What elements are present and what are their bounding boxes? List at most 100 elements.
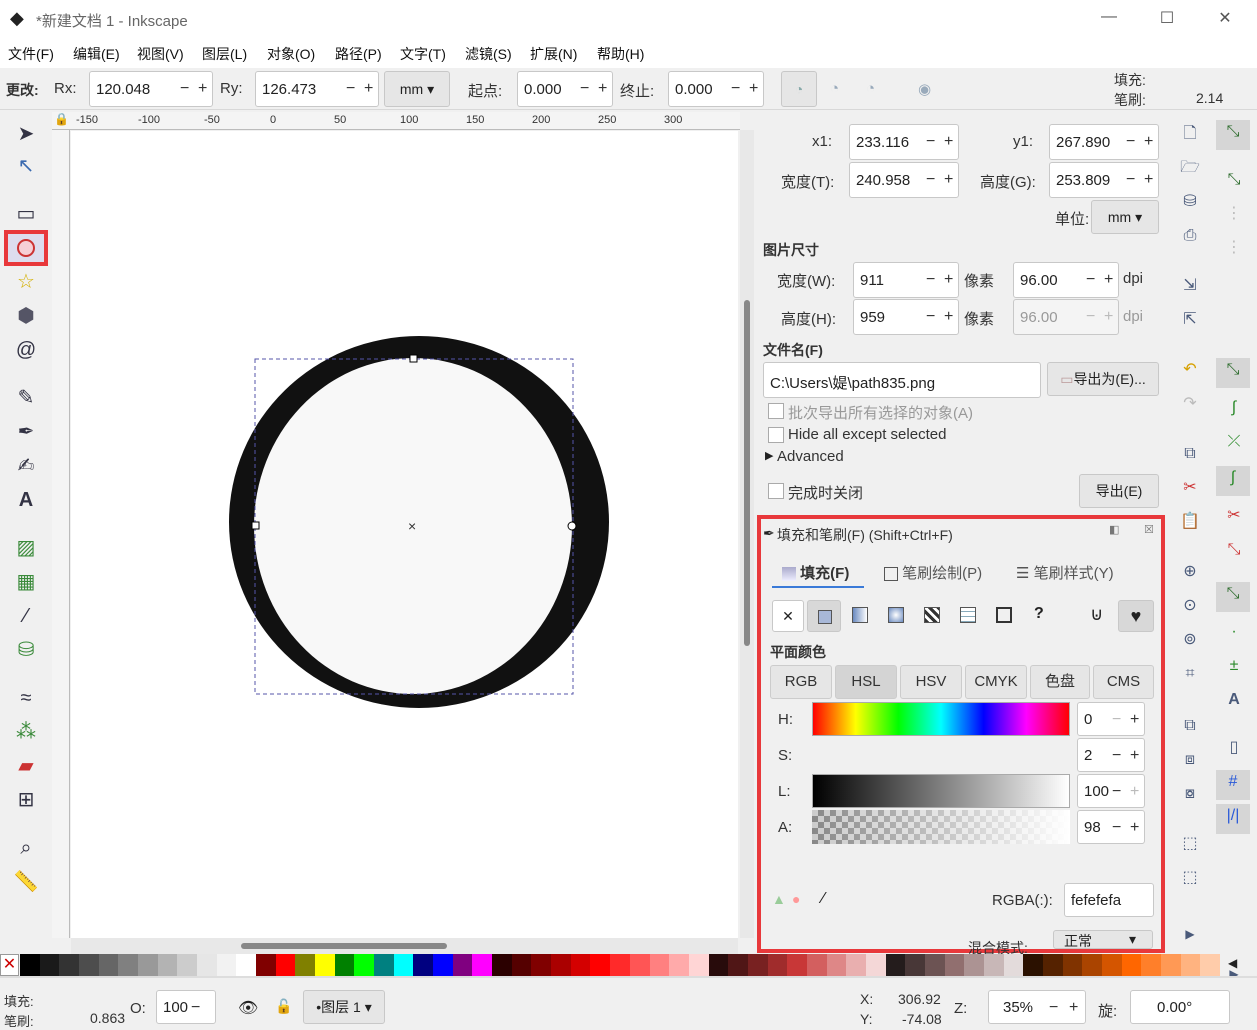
palette-swatch[interactable] bbox=[98, 954, 119, 976]
undo-icon[interactable]: ↶ bbox=[1178, 358, 1202, 382]
color-picker-icon[interactable]: ⁄ bbox=[822, 890, 825, 908]
snap-guide-icon[interactable]: |/| bbox=[1216, 804, 1250, 834]
canvas-horizontal-scrollbar[interactable] bbox=[71, 938, 738, 954]
menu-extensions[interactable]: 扩展(N) bbox=[530, 44, 577, 64]
height-input[interactable]: 253.809− + bbox=[1049, 162, 1159, 198]
snap-midpoint-icon[interactable]: ⤡ bbox=[1222, 538, 1246, 562]
palette-swatch[interactable] bbox=[374, 954, 395, 976]
paste-icon[interactable]: 📋 bbox=[1178, 510, 1202, 534]
palette-swatch[interactable] bbox=[157, 954, 178, 976]
evenodd-fill-icon[interactable]: ⊍ bbox=[1090, 604, 1103, 625]
rx-input[interactable]: 120.048 − + bbox=[89, 71, 213, 107]
close-when-done-checkbox[interactable] bbox=[768, 483, 784, 499]
lock-icon[interactable]: 🔒 bbox=[54, 112, 69, 126]
palette-swatch[interactable] bbox=[590, 954, 611, 976]
cut-icon[interactable]: ✂ bbox=[1178, 476, 1202, 500]
ry-increment-button[interactable]: + bbox=[364, 80, 373, 98]
snap-smooth-icon[interactable]: ✂ bbox=[1222, 504, 1246, 528]
palette-swatch[interactable] bbox=[1200, 954, 1221, 976]
palette-swatch[interactable] bbox=[865, 954, 887, 976]
new-document-icon[interactable]: 🗋 bbox=[1178, 122, 1202, 146]
menu-help[interactable]: 帮助(H) bbox=[597, 44, 644, 64]
start-input[interactable]: 0.000 − + bbox=[517, 71, 613, 107]
tab-fill[interactable]: 填充(F) bbox=[772, 556, 864, 588]
snap-nodes-icon[interactable]: ⤡ bbox=[1216, 358, 1250, 388]
import-icon[interactable]: ⇲ bbox=[1178, 274, 1202, 298]
rectangle-tool-icon[interactable]: ▭ bbox=[12, 200, 40, 228]
palette-swatch[interactable] bbox=[551, 954, 572, 976]
palette-swatch[interactable] bbox=[354, 954, 375, 976]
unlink-clone-icon[interactable]: ⧇ bbox=[1178, 782, 1202, 806]
dpi-input[interactable]: 96.00− + bbox=[1013, 262, 1119, 298]
x1-input[interactable]: 233.116− + bbox=[849, 124, 959, 160]
palette-swatch[interactable] bbox=[1101, 954, 1123, 976]
selector-tool-icon[interactable]: ➤ bbox=[12, 120, 40, 148]
zoom-drawing-icon[interactable]: ⊙ bbox=[1178, 594, 1202, 618]
snap-bbox-corner-icon[interactable]: ⋮ bbox=[1222, 236, 1246, 260]
palette-swatch[interactable] bbox=[1180, 954, 1201, 976]
palette-swatch[interactable] bbox=[472, 954, 493, 976]
end-increment-button[interactable]: + bbox=[749, 80, 758, 98]
mode-cmyk-button[interactable]: CMYK bbox=[965, 665, 1027, 699]
advanced-expander[interactable]: Advanced bbox=[777, 448, 844, 465]
spray-tool-icon[interactable]: ⁂ bbox=[12, 718, 40, 746]
palette-swatch[interactable] bbox=[433, 954, 454, 976]
width-px-input[interactable]: 911− + bbox=[853, 262, 959, 298]
palette-swatch[interactable] bbox=[413, 954, 434, 976]
palette-swatch[interactable] bbox=[295, 954, 316, 976]
menu-filters[interactable]: 滤镜(S) bbox=[465, 44, 512, 64]
palette-swatch[interactable] bbox=[649, 954, 670, 976]
pattern-icon[interactable] bbox=[924, 607, 940, 623]
blend-mode-dropdown[interactable]: 正常 ▾ bbox=[1053, 930, 1153, 949]
dropper-tool-icon[interactable]: ⁄ bbox=[12, 602, 40, 630]
palette-swatch[interactable] bbox=[846, 954, 867, 976]
palette-swatch[interactable] bbox=[806, 954, 828, 976]
menu-view[interactable]: 视图(V) bbox=[137, 44, 184, 64]
palette-swatch[interactable] bbox=[20, 954, 41, 976]
canvas-vertical-scrollbar[interactable] bbox=[740, 130, 754, 938]
end-decrement-button[interactable]: − bbox=[731, 80, 740, 98]
snap-intersection-icon[interactable]: ⤫ bbox=[1222, 430, 1246, 454]
palette-swatch[interactable] bbox=[728, 954, 749, 976]
palette-swatch[interactable] bbox=[610, 954, 631, 976]
export-unit-dropdown[interactable]: mm ▾ bbox=[1091, 200, 1159, 234]
zoom-selection-icon[interactable]: ⊕ bbox=[1178, 560, 1202, 584]
mode-cms-button[interactable]: CMS bbox=[1093, 665, 1154, 699]
palette-swatch[interactable] bbox=[492, 954, 513, 976]
palette-swatch[interactable] bbox=[1082, 954, 1103, 976]
ellipse-tool-button[interactable] bbox=[4, 230, 48, 266]
palette-swatch[interactable] bbox=[669, 954, 690, 976]
y1-input[interactable]: 267.890− + bbox=[1049, 124, 1159, 160]
flat-color-button[interactable] bbox=[807, 600, 841, 632]
palette-swatch[interactable] bbox=[905, 954, 926, 976]
expander-arrow-icon[interactable]: ▶ bbox=[765, 449, 773, 462]
minimize-button[interactable]: — bbox=[1094, 8, 1124, 30]
paint-bucket-tool-icon[interactable]: ⛁ bbox=[12, 636, 40, 664]
export-icon[interactable]: ⇱ bbox=[1178, 308, 1202, 332]
palette-swatch[interactable] bbox=[138, 954, 159, 976]
snap-center-icon[interactable]: · bbox=[1222, 620, 1246, 644]
rx-increment-button[interactable]: + bbox=[198, 80, 207, 98]
nonzero-fill-button[interactable]: ♥ bbox=[1118, 600, 1154, 632]
gradient-tool-icon[interactable]: ▨ bbox=[12, 534, 40, 562]
redo-icon[interactable]: ↷ bbox=[1178, 392, 1202, 416]
snap-others-icon[interactable]: ⤡ bbox=[1216, 582, 1250, 612]
scroll-thumb[interactable] bbox=[744, 300, 750, 646]
rgba-input[interactable]: fefefefa bbox=[1064, 883, 1154, 917]
mesh-tool-icon[interactable]: ▦ bbox=[12, 568, 40, 596]
palette-swatch[interactable] bbox=[216, 954, 237, 976]
palette-swatch[interactable] bbox=[964, 954, 985, 976]
close-button[interactable]: ✕ bbox=[1210, 8, 1240, 30]
palette-swatch[interactable] bbox=[1160, 954, 1182, 976]
palette-swatch[interactable] bbox=[275, 954, 296, 976]
menu-text[interactable]: 文字(T) bbox=[400, 44, 446, 64]
palette-swatch[interactable] bbox=[334, 954, 355, 976]
more-arrow-icon[interactable]: ▶ bbox=[1178, 922, 1202, 946]
palette-swatch[interactable] bbox=[570, 954, 591, 976]
palette-swatch[interactable] bbox=[1062, 954, 1083, 976]
zoom-page-icon[interactable]: ⊚ bbox=[1178, 628, 1202, 652]
text-tool-icon[interactable]: A bbox=[12, 486, 40, 514]
dock-icon[interactable]: ◧ bbox=[1109, 523, 1119, 536]
palette-swatch[interactable] bbox=[177, 954, 198, 976]
mode-rgb-button[interactable]: RGB bbox=[770, 665, 832, 699]
